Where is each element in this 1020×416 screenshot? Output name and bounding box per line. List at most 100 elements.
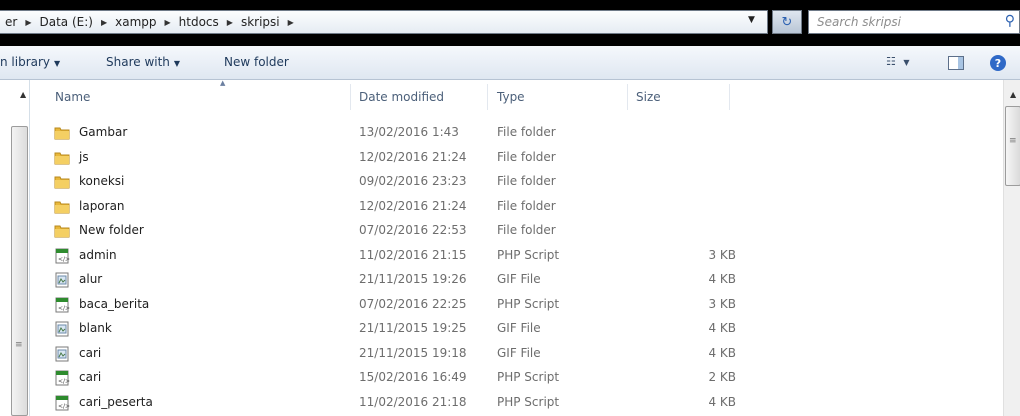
scrollbar-thumb[interactable] (1005, 106, 1020, 186)
file-row[interactable]: cari 21/11/2015 19:18 GIF File 4 KB (30, 342, 1003, 367)
change-view-button[interactable]: ☷ ▼ (886, 55, 910, 68)
file-row[interactable]: </> cari_peserta 11/02/2016 21:18 PHP Sc… (30, 391, 1003, 416)
file-size: 3 KB (708, 296, 736, 311)
search-box[interactable]: ⚲ (808, 10, 1020, 34)
breadcrumb[interactable]: er ▶ Data (E:) ▶ xampp ▶ htdocs ▶ skrips… (0, 10, 768, 34)
new-folder-button[interactable]: New folder (224, 55, 289, 69)
file-type: PHP Script (497, 296, 560, 311)
breadcrumb-item[interactable]: skripsi (238, 15, 283, 29)
gif-file-icon (54, 346, 70, 362)
php-file-icon: </> (54, 248, 70, 264)
file-row[interactable]: </> baca_berita 07/02/2016 22:25 PHP Scr… (30, 293, 1003, 318)
scrollbar-grip-icon: ≡ (1009, 136, 1017, 146)
file-name: js (79, 149, 89, 164)
file-size: 4 KB (708, 345, 736, 360)
file-row[interactable]: js 12/02/2016 21:24 File folder (30, 146, 1003, 171)
file-date: 09/02/2016 23:23 (359, 174, 467, 188)
file-date: 12/02/2016 21:24 (359, 149, 467, 164)
file-date: 21/11/2015 19:25 (359, 321, 467, 335)
file-row[interactable]: New folder 07/02/2016 22:53 File folder (30, 219, 1003, 244)
file-row[interactable]: blank 21/11/2015 19:25 GIF File 4 KB (30, 317, 1003, 342)
file-type: File folder (497, 149, 556, 164)
file-date: 11/02/2016 21:15 (359, 247, 467, 262)
file-date: 07/02/2016 22:25 (359, 296, 467, 311)
search-icon[interactable]: ⚲ (1005, 13, 1015, 29)
file-size: 3 KB (708, 247, 736, 262)
include-in-library-button[interactable]: n library ▼ (0, 55, 60, 69)
file-row[interactable]: alur 21/11/2015 19:26 GIF File 4 KB (30, 268, 1003, 293)
file-type: File folder (497, 223, 556, 237)
help-icon[interactable]: ? (990, 55, 1006, 71)
file-row[interactable]: Gambar 13/02/2016 1:43 File folder (30, 121, 1003, 146)
folder-icon (54, 199, 70, 215)
gif-file-icon (54, 272, 70, 288)
search-input[interactable] (815, 11, 999, 33)
file-type: File folder (497, 125, 556, 139)
chevron-down-icon: ▼ (54, 59, 61, 68)
file-name: alur (79, 272, 103, 286)
file-name: koneksi (79, 174, 125, 188)
file-name: admin (79, 247, 117, 262)
file-row[interactable]: </> cari 15/02/2016 16:49 PHP Script 2 K… (30, 366, 1003, 391)
chevron-down-icon: ▼ (173, 59, 181, 68)
file-name: cari (79, 345, 102, 360)
svg-text:</>: </> (58, 403, 70, 410)
php-file-icon: </> (54, 395, 70, 411)
breadcrumb-item[interactable]: htdocs (176, 15, 222, 29)
file-type: PHP Script (497, 247, 560, 262)
file-name: blank (79, 321, 112, 335)
new-folder-label: New folder (224, 55, 289, 69)
share-with-label: Share with (106, 55, 170, 69)
nav-scrollbar-thumb[interactable] (11, 126, 28, 416)
svg-text:</>: </> (58, 305, 70, 312)
breadcrumb-item[interactable]: xampp (112, 15, 159, 29)
php-file-icon: </> (54, 370, 70, 386)
column-divider[interactable] (729, 84, 730, 110)
column-divider[interactable] (350, 84, 351, 110)
breadcrumb-separator-icon[interactable]: ▶ (283, 18, 299, 27)
refresh-icon: ↻ (781, 14, 793, 30)
scroll-up-icon[interactable]: ▲ (1010, 90, 1016, 99)
file-type: GIF File (497, 321, 541, 335)
file-size: 4 KB (708, 272, 736, 286)
column-headers: Name ▲ Date modified Type Size (30, 79, 1003, 110)
file-row[interactable]: koneksi 09/02/2016 23:23 File folder (30, 170, 1003, 195)
file-type: GIF File (497, 345, 541, 360)
file-type: GIF File (497, 272, 541, 286)
gif-file-icon (54, 321, 70, 337)
refresh-button[interactable]: ↻ (772, 10, 802, 34)
file-name: cari (79, 370, 102, 384)
column-header-date-modified[interactable]: Date modified (359, 90, 444, 104)
column-header-name[interactable]: Name (55, 90, 90, 104)
include-in-library-label: n library (0, 55, 51, 69)
column-header-type[interactable]: Type (497, 90, 525, 104)
svg-text:</>: </> (58, 256, 70, 263)
file-row[interactable]: laporan 12/02/2016 21:24 File folder (30, 195, 1003, 220)
svg-text:</>: </> (58, 378, 70, 385)
file-type: PHP Script (497, 394, 560, 409)
column-divider[interactable] (627, 84, 628, 110)
php-file-icon: </> (54, 297, 70, 313)
file-date: 21/11/2015 19:18 (359, 345, 467, 360)
folder-icon (54, 150, 70, 166)
file-size: 4 KB (708, 394, 736, 409)
address-history-dropdown-icon[interactable]: ▼ (748, 15, 755, 25)
breadcrumb-separator-icon[interactable]: ▶ (20, 18, 36, 27)
file-date: 12/02/2016 21:24 (359, 198, 467, 213)
share-with-button[interactable]: Share with ▼ (106, 55, 180, 69)
nav-scroll-up-icon[interactable]: ▲ (20, 90, 26, 99)
breadcrumb-item[interactable]: Data (E:) (36, 15, 95, 29)
command-toolbar: n library ▼ Share with ▼ New folder ☷ ▼ ? (0, 46, 1020, 80)
file-type: PHP Script (497, 370, 560, 384)
preview-pane-button[interactable] (948, 56, 964, 70)
breadcrumb-separator-icon[interactable]: ▶ (96, 18, 112, 27)
column-divider[interactable] (487, 84, 488, 110)
breadcrumb-separator-icon[interactable]: ▶ (222, 18, 238, 27)
breadcrumb-separator-icon[interactable]: ▶ (160, 18, 176, 27)
column-header-size[interactable]: Size (636, 90, 661, 104)
file-row[interactable]: </> admin 11/02/2016 21:15 PHP Script 3 … (30, 244, 1003, 269)
file-name: baca_berita (79, 296, 150, 311)
file-date: 07/02/2016 22:53 (359, 223, 467, 237)
breadcrumb-item[interactable]: er (2, 15, 20, 29)
file-name: New folder (79, 223, 144, 237)
